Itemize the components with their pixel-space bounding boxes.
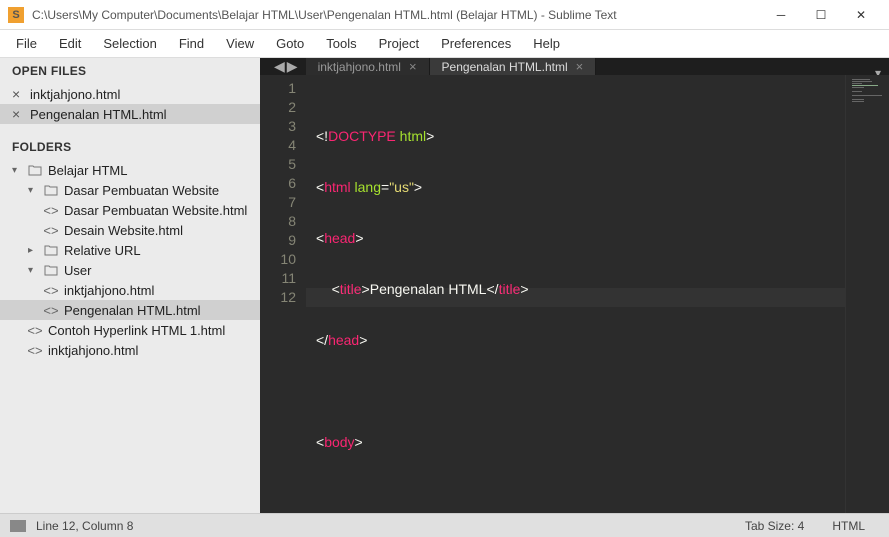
- tab[interactable]: Pengenalan HTML.html ×: [430, 58, 597, 75]
- window-title: C:\Users\My Computer\Documents\Belajar H…: [32, 8, 761, 22]
- menu-preferences[interactable]: Preferences: [431, 32, 521, 55]
- chevron-right-icon: ▸: [28, 245, 38, 256]
- status-syntax[interactable]: HTML: [818, 519, 879, 533]
- folder-label: Relative URL: [64, 243, 141, 258]
- tab[interactable]: inktjahjono.html ×: [306, 58, 430, 75]
- maximize-button[interactable]: ☐: [801, 1, 841, 29]
- code-body[interactable]: 1 2 3 4 5 6 7 8 9 10 11 12 <!DOCTYPE htm…: [260, 75, 889, 513]
- line-number: 7: [264, 193, 296, 212]
- sidebar: OPEN FILES × inktjahjono.html × Pengenal…: [0, 58, 260, 513]
- minimap[interactable]: [845, 75, 889, 513]
- menu-tools[interactable]: Tools: [316, 32, 366, 55]
- folder-label: Dasar Pembuatan Website: [64, 183, 219, 198]
- app-icon: S: [8, 7, 24, 23]
- folder-label: Belajar HTML: [48, 163, 127, 178]
- file-label: Dasar Pembuatan Website.html: [64, 203, 247, 218]
- file-item[interactable]: <> inktjahjono.html: [0, 280, 260, 300]
- panel-icon[interactable]: [10, 520, 26, 532]
- menu-goto[interactable]: Goto: [266, 32, 314, 55]
- code-lang-value: "us": [389, 179, 414, 195]
- statusbar: Line 12, Column 8 Tab Size: 4 HTML: [0, 513, 889, 537]
- window-controls: ─ ☐ ✕: [761, 1, 881, 29]
- menu-selection[interactable]: Selection: [93, 32, 166, 55]
- menu-help[interactable]: Help: [523, 32, 570, 55]
- nav-forward-icon[interactable]: ▶: [287, 58, 298, 75]
- code-file-icon: <>: [44, 283, 58, 298]
- close-icon[interactable]: ×: [12, 86, 24, 102]
- line-number: 4: [264, 136, 296, 155]
- status-position[interactable]: Line 12, Column 8: [36, 519, 133, 533]
- line-number: 8: [264, 212, 296, 231]
- code-file-icon: <>: [28, 323, 42, 338]
- line-number: 1: [264, 79, 296, 98]
- line-number: 11: [264, 269, 296, 288]
- tabbar: ◀ ▶ inktjahjono.html × Pengenalan HTML.h…: [260, 58, 889, 75]
- status-tab-size[interactable]: Tab Size: 4: [731, 519, 818, 533]
- menu-view[interactable]: View: [216, 32, 264, 55]
- folder-icon: [44, 244, 58, 256]
- file-item[interactable]: <> Dasar Pembuatan Website.html: [0, 200, 260, 220]
- code-file-icon: <>: [44, 203, 58, 218]
- code-file-icon: <>: [44, 223, 58, 238]
- folders-title: FOLDERS: [0, 134, 260, 160]
- file-item[interactable]: <> Pengenalan HTML.html: [0, 300, 260, 320]
- main: OPEN FILES × inktjahjono.html × Pengenal…: [0, 58, 889, 513]
- open-file-label: Pengenalan HTML.html: [30, 107, 167, 122]
- file-item[interactable]: <> inktjahjono.html: [0, 340, 260, 360]
- open-file-label: inktjahjono.html: [30, 87, 120, 102]
- tab-nav: ◀ ▶: [266, 58, 306, 75]
- code-file-icon: <>: [44, 303, 58, 318]
- folder-item[interactable]: ▾ Belajar HTML: [0, 160, 260, 180]
- file-item[interactable]: <> Desain Website.html: [0, 220, 260, 240]
- folder-item[interactable]: ▸ Relative URL: [0, 240, 260, 260]
- chevron-down-icon: ▾: [12, 165, 22, 176]
- line-number: 12: [264, 288, 296, 307]
- chevron-down-icon: ▾: [28, 265, 38, 276]
- line-number: 9: [264, 231, 296, 250]
- line-number: 10: [264, 250, 296, 269]
- open-file-item[interactable]: × inktjahjono.html: [0, 84, 260, 104]
- close-icon[interactable]: ×: [12, 106, 24, 122]
- file-label: Pengenalan HTML.html: [64, 303, 201, 318]
- menu-edit[interactable]: Edit: [49, 32, 91, 55]
- line-number: 6: [264, 174, 296, 193]
- open-files-title: OPEN FILES: [0, 58, 260, 84]
- editor-area: ◀ ▶ inktjahjono.html × Pengenalan HTML.h…: [260, 58, 889, 513]
- tab-label: Pengenalan HTML.html: [442, 60, 568, 74]
- menubar: File Edit Selection Find View Goto Tools…: [0, 30, 889, 58]
- folder-icon: [28, 164, 42, 176]
- close-icon[interactable]: ×: [576, 59, 584, 74]
- folder-item[interactable]: ▾ User: [0, 260, 260, 280]
- line-number: 3: [264, 117, 296, 136]
- titlebar: S C:\Users\My Computer\Documents\Belajar…: [0, 0, 889, 30]
- file-label: inktjahjono.html: [48, 343, 138, 358]
- file-item[interactable]: <> Contoh Hyperlink HTML 1.html: [0, 320, 260, 340]
- folder-icon: [44, 184, 58, 196]
- folder-icon: [44, 264, 58, 276]
- folder-label: User: [64, 263, 91, 278]
- file-label: Desain Website.html: [64, 223, 183, 238]
- line-number: 2: [264, 98, 296, 117]
- code-content[interactable]: <!DOCTYPE html> <html lang="us"> <head> …: [306, 75, 845, 513]
- file-label: inktjahjono.html: [64, 283, 154, 298]
- menu-find[interactable]: Find: [169, 32, 214, 55]
- open-file-item[interactable]: × Pengenalan HTML.html: [0, 104, 260, 124]
- line-number: 5: [264, 155, 296, 174]
- code-file-icon: <>: [28, 343, 42, 358]
- minimize-button[interactable]: ─: [761, 1, 801, 29]
- menu-project[interactable]: Project: [369, 32, 429, 55]
- menu-file[interactable]: File: [6, 32, 47, 55]
- close-icon[interactable]: ×: [409, 59, 417, 74]
- chevron-down-icon: ▾: [28, 185, 38, 196]
- file-label: Contoh Hyperlink HTML 1.html: [48, 323, 225, 338]
- tab-label: inktjahjono.html: [318, 60, 401, 74]
- folder-item[interactable]: ▾ Dasar Pembuatan Website: [0, 180, 260, 200]
- nav-back-icon[interactable]: ◀: [274, 58, 285, 75]
- current-line-highlight: [306, 288, 845, 307]
- gutter: 1 2 3 4 5 6 7 8 9 10 11 12: [260, 75, 306, 513]
- close-button[interactable]: ✕: [841, 1, 881, 29]
